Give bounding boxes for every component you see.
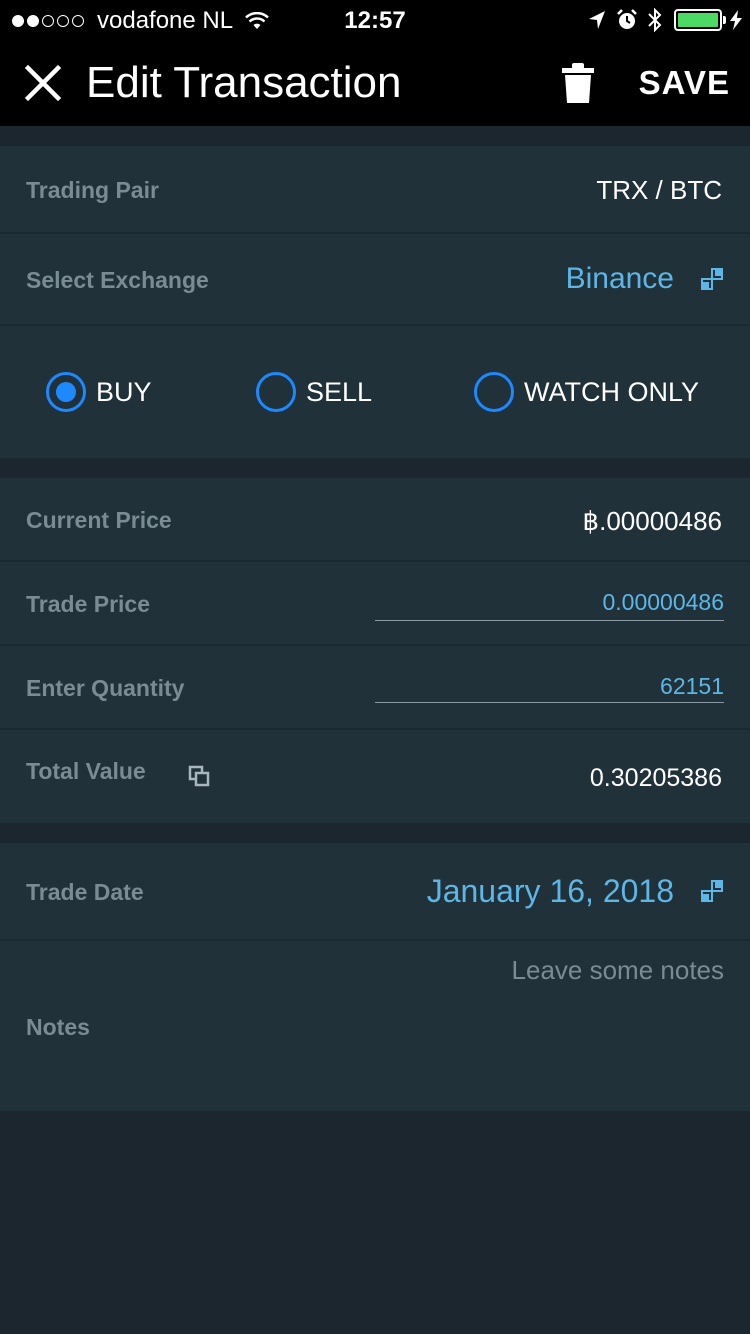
radio-buy-circle[interactable] xyxy=(46,372,86,412)
expand-icon[interactable] xyxy=(700,267,724,291)
expand-icon[interactable] xyxy=(700,879,724,903)
status-bar: vodafone NL 12:57 xyxy=(0,0,750,40)
battery-fill xyxy=(678,13,718,27)
trading-pair-label: Trading Pair xyxy=(26,177,159,203)
quantity-row: Enter Quantity 62151 xyxy=(0,646,750,730)
page-title: Edit Transaction xyxy=(86,58,402,107)
alarm-icon xyxy=(617,9,637,29)
transaction-section: Trading Pair TRX / BTC Select Exchange B… xyxy=(0,146,750,458)
select-exchange-label: Select Exchange xyxy=(26,267,209,293)
exchange-value[interactable]: Binance xyxy=(566,262,674,296)
current-price-label: Current Price xyxy=(26,507,172,533)
quantity-input[interactable]: 62151 xyxy=(660,673,724,700)
trade-type-row: BUY SELL WATCH ONLY xyxy=(0,326,750,458)
battery-icon xyxy=(674,9,726,31)
close-icon[interactable] xyxy=(24,64,62,102)
select-exchange-row[interactable]: Select Exchange Binance xyxy=(0,234,750,326)
radio-sell-label: SELL xyxy=(306,376,373,407)
trade-price-label: Trade Price xyxy=(26,591,151,617)
trading-pair-row: Trading Pair TRX / BTC xyxy=(0,146,750,234)
notes-input[interactable]: Leave some notes xyxy=(512,955,724,986)
status-right xyxy=(578,8,742,32)
nav-bar: Edit Transaction SAVE xyxy=(0,40,750,126)
details-section: Trade Date January 16, 2018 Leave some n… xyxy=(0,843,750,1111)
notes-row[interactable]: Leave some notes Notes xyxy=(0,941,750,1111)
radio-watch-only-label: WATCH ONLY xyxy=(524,376,699,407)
quantity-underline xyxy=(375,702,724,703)
current-price-row: Current Price ฿.00000486 xyxy=(0,478,750,562)
quantity-label: Enter Quantity xyxy=(26,675,185,701)
radio-sell-circle[interactable] xyxy=(256,372,296,412)
radio-watch-only-circle[interactable] xyxy=(474,372,514,412)
location-arrow-icon xyxy=(589,11,605,29)
trade-price-input[interactable]: 0.00000486 xyxy=(602,589,724,616)
current-price-value: ฿.00000486 xyxy=(582,506,722,536)
radio-watch-only[interactable]: WATCH ONLY xyxy=(474,372,699,412)
radio-buy-label: BUY xyxy=(96,376,152,407)
radio-sell[interactable]: SELL xyxy=(256,372,372,412)
trade-price-underline xyxy=(375,620,724,621)
total-value-value: 0.30205386 xyxy=(589,764,722,792)
trash-icon[interactable] xyxy=(560,62,596,104)
copy-icon[interactable] xyxy=(188,765,210,787)
bluetooth-icon xyxy=(648,8,662,32)
trade-price-row: Trade Price 0.00000486 xyxy=(0,562,750,646)
total-value-label: Total Value xyxy=(26,758,146,784)
notes-label: Notes xyxy=(26,1014,90,1040)
trade-date-row[interactable]: Trade Date January 16, 2018 xyxy=(0,843,750,941)
trading-pair-value: TRX / BTC xyxy=(596,175,722,205)
save-button[interactable]: SAVE xyxy=(639,64,730,102)
trade-date-value[interactable]: January 16, 2018 xyxy=(427,873,674,910)
price-section: Current Price ฿.00000486 Trade Price 0.0… xyxy=(0,478,750,823)
trade-date-label: Trade Date xyxy=(26,879,144,905)
charging-bolt-icon xyxy=(730,10,742,30)
total-value-row: Total Value 0.30205386 xyxy=(0,730,750,823)
radio-buy[interactable]: BUY xyxy=(46,372,152,412)
